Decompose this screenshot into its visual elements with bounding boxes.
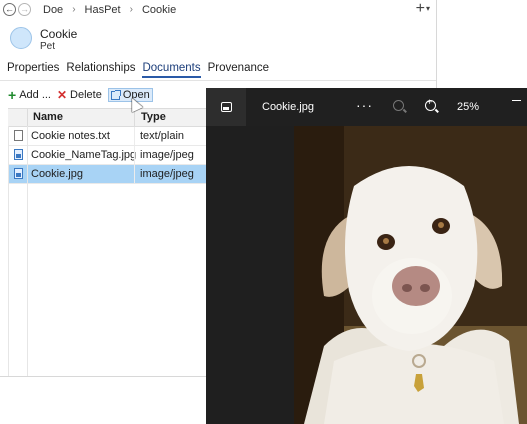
table-header: Name Type <box>8 108 208 127</box>
plus-icon: + <box>415 0 425 18</box>
tab-provenance[interactable]: Provenance <box>208 62 269 78</box>
forward-button[interactable]: → <box>18 3 31 16</box>
breadcrumb-item-haspet[interactable]: HasPet <box>85 4 121 16</box>
add-button-label: Add ... <box>19 89 51 101</box>
photo-image <box>294 126 527 424</box>
cell-divider <box>134 127 135 145</box>
delete-button[interactable]: ✕ Delete <box>57 88 102 102</box>
column-header-name[interactable]: Name <box>33 111 63 123</box>
zoom-level[interactable]: 25% <box>457 101 479 113</box>
more-options-icon[interactable]: ··· <box>356 97 373 113</box>
minimize-icon[interactable] <box>512 100 521 101</box>
row-name: Cookie_NameTag.jpg <box>31 149 137 161</box>
grid-line <box>27 126 28 376</box>
image-file-icon <box>14 168 23 179</box>
add-button[interactable]: + Add ... <box>8 87 51 103</box>
breadcrumb-separator: › <box>129 4 133 15</box>
column-divider[interactable] <box>134 109 135 126</box>
delete-x-icon: ✕ <box>56 88 68 102</box>
image-file-icon <box>14 149 23 160</box>
column-header-type[interactable]: Type <box>141 111 166 123</box>
dog-photo-illustration <box>294 126 527 424</box>
zoom-out-icon[interactable] <box>393 100 404 111</box>
table-row-selected[interactable]: Cookie.jpg image/jpeg <box>8 165 208 184</box>
add-menu-button[interactable]: +▾ <box>416 1 430 17</box>
gallery-icon <box>220 102 232 112</box>
row-type: image/jpeg <box>140 168 194 180</box>
grid-line <box>8 126 9 376</box>
photo-viewer-window: Cookie.jpg ··· 25% <box>206 88 527 424</box>
row-type: text/plain <box>140 130 185 142</box>
viewer-title: Cookie.jpg <box>262 101 314 113</box>
text-file-icon <box>14 130 23 141</box>
breadcrumb: Doe › HasPet › Cookie <box>43 4 176 16</box>
entity-type: Pet <box>40 41 56 52</box>
tab-documents[interactable]: Documents <box>142 62 201 78</box>
table-row[interactable]: Cookie notes.txt text/plain <box>8 127 208 146</box>
row-name: Cookie.jpg <box>31 168 83 180</box>
breadcrumb-item-cookie[interactable]: Cookie <box>142 4 176 16</box>
tab-properties[interactable]: Properties <box>7 62 59 78</box>
column-divider <box>27 109 28 126</box>
zoom-in-icon[interactable] <box>425 97 436 111</box>
row-name: Cookie notes.txt <box>31 130 110 142</box>
cell-divider <box>134 165 135 183</box>
delete-button-label: Delete <box>70 89 102 101</box>
documents-table: Name Type Cookie notes.txt text/plain Co… <box>8 108 208 184</box>
breadcrumb-item-doe[interactable]: Doe <box>43 4 63 16</box>
tab-divider <box>0 80 436 81</box>
cell-divider <box>134 146 135 164</box>
table-row[interactable]: Cookie_NameTag.jpg image/jpeg <box>8 146 208 165</box>
plus-icon: + <box>8 87 17 103</box>
viewer-toolbar: Cookie.jpg ··· 25% <box>206 88 527 126</box>
arrow-right-icon: → <box>20 4 29 14</box>
breadcrumb-bar: ← → Doe › HasPet › Cookie +▾ <box>0 0 436 20</box>
gallery-button[interactable] <box>206 88 246 126</box>
back-button[interactable]: ← <box>3 3 16 16</box>
row-type: image/jpeg <box>140 149 194 161</box>
tab-relationships[interactable]: Relationships <box>66 62 135 78</box>
avatar <box>10 27 32 49</box>
open-external-icon <box>110 89 121 100</box>
tab-strip: Properties Relationships Documents Prove… <box>7 62 276 78</box>
entity-name: Cookie <box>40 27 78 41</box>
breadcrumb-separator: › <box>72 4 76 15</box>
chevron-down-icon: ▾ <box>425 4 430 13</box>
arrow-left-icon: ← <box>5 4 14 14</box>
